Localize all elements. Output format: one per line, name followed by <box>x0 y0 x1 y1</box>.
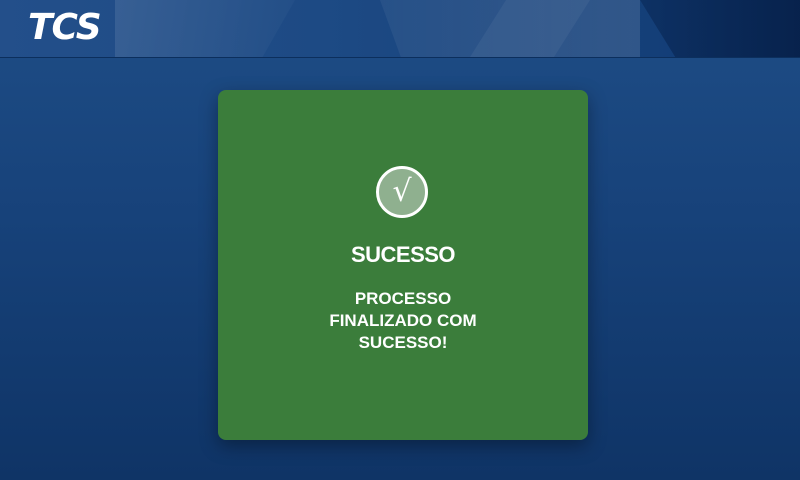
success-dialog: √ SUCESSO PROCESSO FINALIZADO COM SUCESS… <box>218 90 588 440</box>
header-banner: TCS <box>0 0 800 58</box>
tcs-logo: TCS <box>28 7 102 48</box>
check-icon: √ <box>376 166 428 218</box>
banner-decoration <box>640 0 800 57</box>
banner-decoration <box>115 0 295 57</box>
banner-decoration <box>380 0 640 57</box>
dialog-title: SUCESSO <box>350 242 456 267</box>
dialog-message: PROCESSO FINALIZADO COM SUCESSO! <box>329 289 477 352</box>
